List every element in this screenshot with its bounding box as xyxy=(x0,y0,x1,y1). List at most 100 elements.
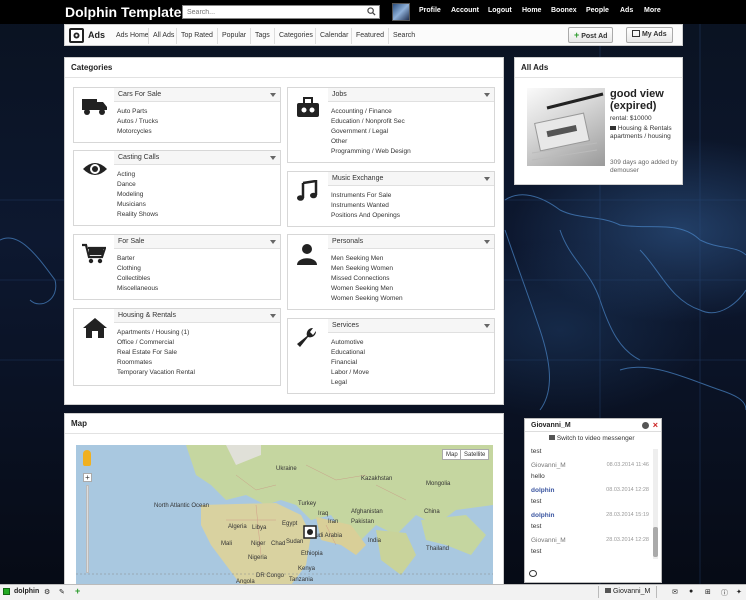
minimize-icon[interactable] xyxy=(642,422,649,429)
ad-title[interactable]: good view (expired) xyxy=(610,88,680,112)
category-link[interactable]: Apartments / Housing (1) xyxy=(117,328,195,338)
post-ad-button[interactable]: + Post Ad xyxy=(568,27,614,43)
gear-icon[interactable]: ⚙ xyxy=(44,588,50,596)
category-link[interactable]: Acting xyxy=(117,170,158,180)
zoom-in-button[interactable]: + xyxy=(83,473,92,482)
chevron-down-icon[interactable] xyxy=(484,93,490,97)
category-link[interactable]: Other xyxy=(331,137,411,147)
category-link[interactable]: Auto Parts xyxy=(117,107,158,117)
nav-account[interactable]: Account xyxy=(451,7,479,14)
category-link[interactable]: Instruments Wanted xyxy=(331,201,400,211)
category-header[interactable]: Services xyxy=(328,319,494,333)
tab-popular[interactable]: Popular xyxy=(217,28,250,44)
category-header[interactable]: For Sale xyxy=(114,235,280,249)
chevron-down-icon[interactable] xyxy=(270,156,276,160)
tab-all-ads[interactable]: All Ads xyxy=(148,28,178,44)
person-small-icon[interactable]: ● xyxy=(689,588,693,595)
close-icon[interactable]: × xyxy=(653,419,658,432)
category-header[interactable]: Music Exchange xyxy=(328,172,494,186)
tab-featured[interactable]: Featured xyxy=(351,28,388,44)
category-link[interactable]: Motorcycles xyxy=(117,127,158,137)
nav-logout[interactable]: Logout xyxy=(488,7,512,14)
tab-search[interactable]: Search xyxy=(388,28,419,44)
category-link[interactable]: Men Seeking Men xyxy=(331,254,403,264)
category-header[interactable]: Jobs xyxy=(328,88,494,102)
chevron-down-icon[interactable] xyxy=(484,177,490,181)
category-header[interactable]: Housing & Rentals xyxy=(114,309,280,323)
tab-ads-home[interactable]: Ads Home xyxy=(112,28,153,44)
chat-scrollbar[interactable] xyxy=(653,449,658,559)
info-icon[interactable]: ⓘ xyxy=(721,588,728,598)
category-header[interactable]: Casting Calls xyxy=(114,151,280,165)
user-avatar[interactable] xyxy=(392,3,410,21)
category-link[interactable]: Programming / Web Design xyxy=(331,147,411,157)
nav-ads[interactable]: Ads xyxy=(620,7,633,14)
nav-more[interactable]: More xyxy=(644,7,661,14)
site-logo[interactable]: Dolphin Template xyxy=(65,4,181,20)
chevron-down-icon[interactable] xyxy=(270,314,276,318)
category-link[interactable]: Automotive xyxy=(331,338,369,348)
chat-bubble-icon[interactable] xyxy=(529,570,537,577)
nav-profile[interactable]: Profile xyxy=(419,7,441,14)
category-link[interactable]: Reality Shows xyxy=(117,210,158,220)
tab-categories[interactable]: Categories xyxy=(274,28,317,44)
map-canvas[interactable]: North Atlantic Ocean Algeria Libya Egypt… xyxy=(76,445,493,585)
category-link[interactable]: Women Seeking Women xyxy=(331,294,403,304)
wrench-small-icon[interactable]: ✦ xyxy=(736,588,742,596)
category-link[interactable]: Legal xyxy=(331,378,369,388)
ad-category[interactable]: Housing & Rentals apartments / housing xyxy=(610,125,680,141)
cart-small-icon[interactable]: ⊞ xyxy=(705,588,711,596)
edit-icon[interactable]: ✎ xyxy=(59,588,65,596)
search-input[interactable] xyxy=(183,6,363,18)
category-link[interactable]: Office / Commercial xyxy=(117,338,195,348)
category-link[interactable]: Real Estate For Sale xyxy=(117,348,195,358)
category-housing-rentals: Housing & Rentals Apartments / Housing (… xyxy=(73,308,281,386)
category-link[interactable]: Education / Nonprofit Sec xyxy=(331,117,411,127)
category-link[interactable]: Musicians xyxy=(117,200,158,210)
category-link[interactable]: Financial xyxy=(331,358,369,368)
category-link[interactable]: Government / Legal xyxy=(331,127,411,137)
zoom-slider[interactable] xyxy=(86,485,89,573)
street-view-pegman-icon[interactable] xyxy=(83,450,91,466)
category-link[interactable]: Men Seeking Women xyxy=(331,264,403,274)
category-link[interactable]: Modeling xyxy=(117,190,158,200)
category-link[interactable]: Accounting / Finance xyxy=(331,107,411,117)
switch-video-messenger-link[interactable]: Switch to video messenger xyxy=(549,435,635,442)
category-header[interactable]: Personals xyxy=(328,235,494,249)
nav-home[interactable]: Home xyxy=(522,7,541,14)
category-link[interactable]: Positions And Openings xyxy=(331,211,400,221)
online-status-icon[interactable] xyxy=(3,588,10,597)
tab-calendar[interactable]: Calendar xyxy=(315,28,352,44)
category-link[interactable]: Educational xyxy=(331,348,369,358)
category-link[interactable]: Barter xyxy=(117,254,158,264)
category-link[interactable]: Temporary Vacation Rental xyxy=(117,368,195,378)
category-header[interactable]: Cars For Sale xyxy=(114,88,280,102)
chevron-down-icon[interactable] xyxy=(270,240,276,244)
current-user-link[interactable]: dolphin xyxy=(14,588,39,595)
chat-tab-button[interactable]: Giovanni_M xyxy=(598,586,658,598)
category-link[interactable]: Miscellaneous xyxy=(117,284,158,294)
search-icon[interactable] xyxy=(367,7,376,18)
tab-top-rated[interactable]: Top Rated xyxy=(176,28,217,44)
ad-thumbnail[interactable] xyxy=(527,88,605,166)
category-link[interactable]: Labor / Move xyxy=(331,368,369,378)
category-link[interactable]: Dance xyxy=(117,180,158,190)
map-type-map-button[interactable]: Map xyxy=(442,449,462,460)
category-link[interactable]: Collectibles xyxy=(117,274,158,284)
category-link[interactable]: Women Seeking Men xyxy=(331,284,403,294)
category-link[interactable]: Clothing xyxy=(117,264,158,274)
category-link[interactable]: Autos / Trucks xyxy=(117,117,158,127)
mail-icon[interactable]: ✉ xyxy=(672,588,678,596)
my-ads-button[interactable]: My Ads xyxy=(626,27,673,43)
chevron-down-icon[interactable] xyxy=(484,324,490,328)
category-link[interactable]: Missed Connections xyxy=(331,274,403,284)
map-type-satellite-button[interactable]: Satellite xyxy=(460,449,490,460)
chevron-down-icon[interactable] xyxy=(484,240,490,244)
chevron-down-icon[interactable] xyxy=(270,93,276,97)
add-icon[interactable]: + xyxy=(75,586,80,596)
nav-people[interactable]: People xyxy=(586,7,609,14)
nav-boonex[interactable]: Boonex xyxy=(551,7,577,14)
tab-tags[interactable]: Tags xyxy=(250,28,274,44)
category-link[interactable]: Instruments For Sale xyxy=(331,191,400,201)
category-link[interactable]: Roommates xyxy=(117,358,195,368)
